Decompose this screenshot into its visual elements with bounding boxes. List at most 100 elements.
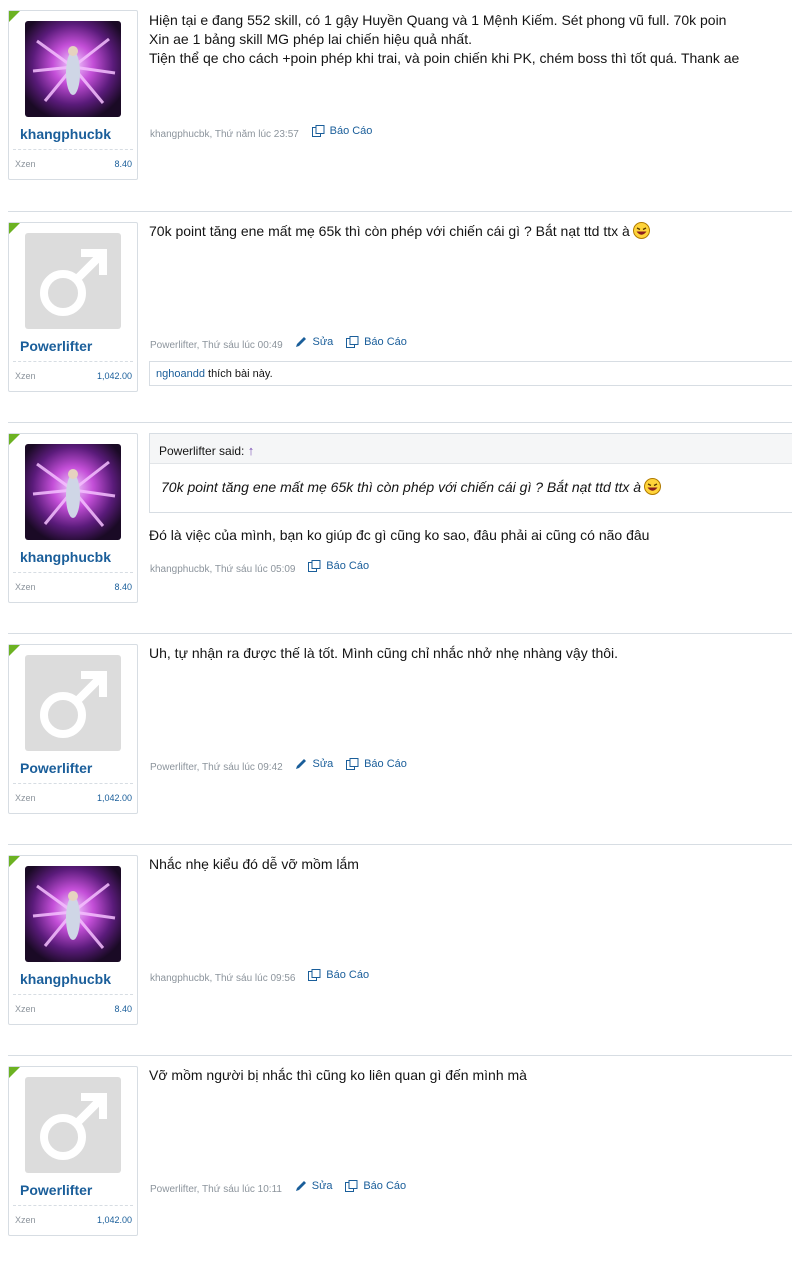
report-label: Báo Cáo [326,969,370,981]
jump-to-quote-icon[interactable]: ↑ [248,443,255,458]
report-button[interactable]: Báo Cáo [346,336,407,348]
xzen-value: 1,042.00 [96,793,132,803]
timestamp-link[interactable]: Powerlifter, Thứ sáu lúc 10:11 [150,1184,282,1195]
message-body: 70k point tăng ene mất mẹ 65k thì còn ph… [149,222,650,244]
quote-body: 70k point tăng ene mất mẹ 65k thì còn ph… [150,464,792,512]
report-button[interactable]: Báo Cáo [346,758,407,770]
avatar[interactable] [25,866,121,962]
xzen-value: 8.40 [114,159,132,169]
post: khangphucbk Xzen 8.40 Nhắc nhẹ kiểu đó d… [0,844,792,1055]
laughing-emoji-icon [632,222,650,244]
xzen-label: Xzen [15,793,36,803]
card-divider [13,783,133,784]
pencil-icon [295,1181,306,1191]
male-avatar-icon [25,655,121,751]
online-corner-marker [9,856,20,867]
report-icon [308,969,321,981]
message-body: Hiện tại e đang 552 skill, có 1 gậy Huyề… [149,11,739,68]
edit-label: Sửa [312,758,334,770]
post-meta: Powerlifter, Thứ sáu lúc 00:49 Sửa Báo C… [150,336,407,351]
message-line: Đó là việc của mình, bạn ko giúp đc gì c… [149,527,650,543]
quote-author: Powerlifter said: [159,444,245,458]
pencil-icon [296,337,307,347]
username-link[interactable]: Powerlifter [20,1182,92,1198]
avatar[interactable] [25,1077,121,1173]
user-card: khangphucbk Xzen 8.40 [8,855,138,1025]
post-divider [8,211,792,212]
xzen-value: 8.40 [114,1004,132,1014]
username-link[interactable]: khangphucbk [20,549,111,565]
report-button[interactable]: Báo Cáo [308,560,369,572]
card-divider [13,994,133,995]
report-label: Báo Cáo [326,560,370,572]
report-icon [345,1180,358,1192]
user-card: Powerlifter Xzen 1,042.00 [8,1066,138,1236]
card-divider [13,572,133,573]
xzen-label: Xzen [15,582,36,592]
message-body: Đó là việc của mình, bạn ko giúp đc gì c… [149,526,649,545]
post-divider [8,633,792,634]
message-line: Tiện thể qe cho cách +poin phép khi trai… [149,50,740,66]
edit-label: Sửa [311,1180,333,1192]
report-button[interactable]: Báo Cáo [311,125,373,137]
user-card: Powerlifter Xzen 1,042.00 [8,644,138,814]
xzen-value: 8.40 [114,582,132,592]
username-link[interactable]: khangphucbk [20,126,111,142]
timestamp-link[interactable]: khangphucbk, Thứ năm lúc 23:57 [150,129,299,140]
online-corner-marker [9,223,20,234]
timestamp-link[interactable]: khangphucbk, Thứ sáu lúc 05:09 [150,564,296,575]
edit-button[interactable]: Sửa [295,336,333,348]
pencil-icon [296,759,307,769]
username-link[interactable]: khangphucbk [20,971,111,987]
post: khangphucbk Xzen 8.40 Hiện tại e đang 55… [0,0,792,200]
message-line: Nhắc nhẹ kiểu đó dễ vỡ mồm lắm [149,856,359,872]
quote-text: 70k point tăng ene mất mẹ 65k thì còn ph… [161,479,642,495]
message-line: 70k point tăng ene mất mẹ 65k thì còn ph… [149,223,630,239]
report-icon [346,336,359,348]
likes-bar: nghoandd thích bài này. [149,361,792,386]
username-link[interactable]: Powerlifter [20,760,92,776]
timestamp-link[interactable]: Powerlifter, Thứ sáu lúc 09:42 [150,762,283,773]
edit-button[interactable]: Sửa [295,758,333,770]
message-body: Nhắc nhẹ kiểu đó dễ vỡ mồm lắm [149,855,359,874]
report-icon [308,560,321,572]
laughing-emoji-icon [644,478,662,498]
xzen-value: 1,042.00 [96,1215,132,1225]
timestamp-link[interactable]: Powerlifter, Thứ sáu lúc 00:49 [150,340,283,351]
timestamp-link[interactable]: khangphucbk, Thứ sáu lúc 09:56 [150,973,296,984]
avatar[interactable] [25,233,121,329]
xzen-label: Xzen [15,1004,36,1014]
avatar[interactable] [25,21,121,117]
report-label: Báo Cáo [329,125,373,137]
message-body: Uh, tự nhận ra được thế là tốt. Mình cũn… [149,644,618,663]
user-card: Powerlifter Xzen 1,042.00 [8,222,138,392]
report-icon [311,125,325,137]
avatar[interactable] [25,655,121,751]
message-line: Vỡ mồm người bị nhắc thì cũng ko liên qu… [149,1067,527,1083]
post-meta: Powerlifter, Thứ sáu lúc 09:42 Sửa Báo C… [150,758,407,773]
username-link[interactable]: Powerlifter [20,338,92,354]
card-divider [13,1205,133,1206]
post-divider [8,422,792,423]
post-meta: khangphucbk, Thứ năm lúc 23:57 Báo Cáo [150,125,372,140]
post-meta: khangphucbk, Thứ sáu lúc 05:09 Báo Cáo [150,560,369,575]
post: khangphucbk Xzen 8.40 Powerlifter said: … [0,422,792,633]
online-corner-marker [9,645,20,656]
report-button[interactable]: Báo Cáo [308,969,369,981]
quote-header: Powerlifter said: ↑ [150,434,792,464]
report-label: Báo Cáo [364,336,407,348]
online-corner-marker [9,1067,20,1078]
avatar[interactable] [25,444,121,540]
post-meta: Powerlifter, Thứ sáu lúc 10:11 Sửa Báo C… [150,1180,406,1195]
message-body: Vỡ mồm người bị nhắc thì cũng ko liên qu… [149,1066,527,1085]
edit-button[interactable]: Sửa [295,1180,333,1192]
post: Powerlifter Xzen 1,042.00 Uh, tự nhận ra… [0,633,792,844]
xzen-label: Xzen [15,371,36,381]
post: Powerlifter Xzen 1,042.00 70k point tăng… [0,211,792,422]
online-corner-marker [9,434,20,445]
card-divider [13,361,133,362]
xzen-value: 1,042.00 [96,371,132,381]
report-button[interactable]: Báo Cáo [345,1180,406,1192]
message-line: Uh, tự nhận ra được thế là tốt. Mình cũn… [149,645,619,661]
liker-link[interactable]: nghoandd [156,368,205,380]
